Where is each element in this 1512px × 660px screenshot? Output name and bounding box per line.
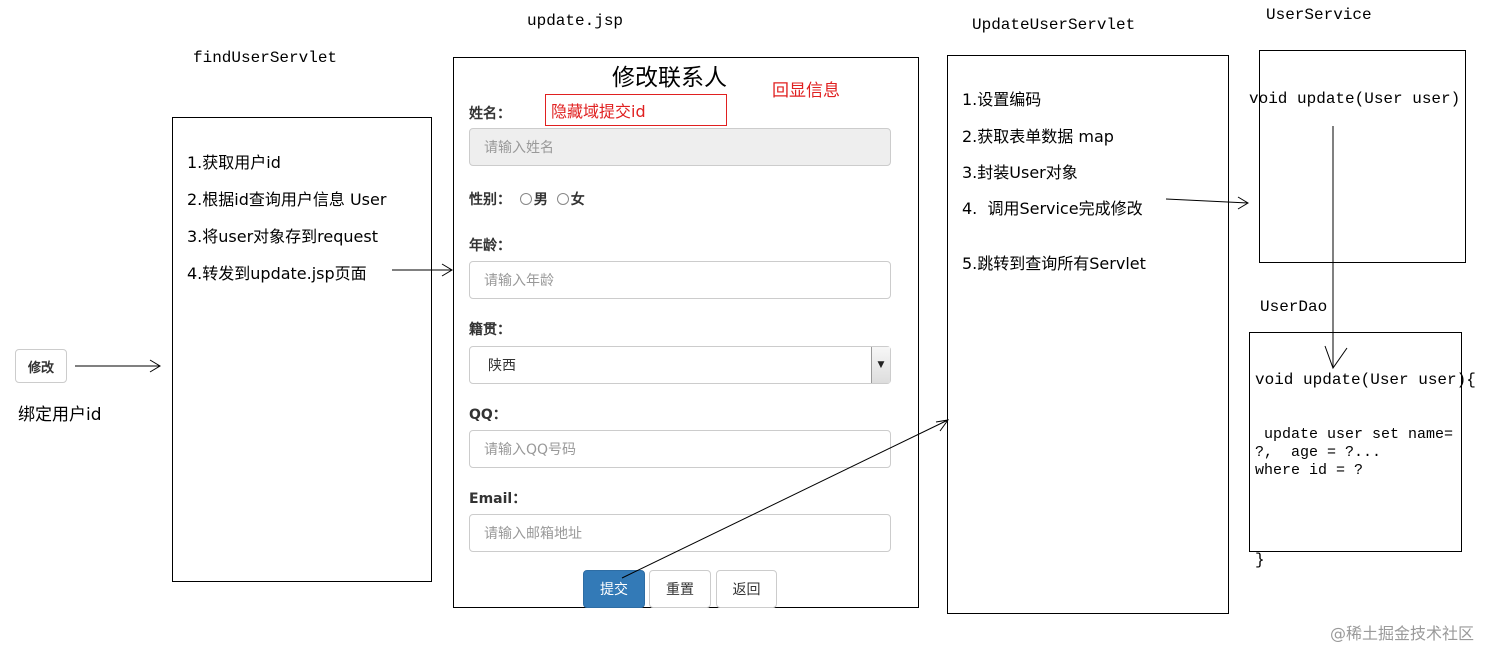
arrow-update-to-service — [1165, 196, 1249, 210]
arrow-edit-to-find — [75, 359, 161, 373]
arrow-submit-to-update — [621, 419, 950, 579]
arrow-service-to-dao — [1324, 126, 1348, 370]
flow-arrows — [75, 126, 1348, 579]
arrow-find-to-jsp — [392, 263, 453, 277]
